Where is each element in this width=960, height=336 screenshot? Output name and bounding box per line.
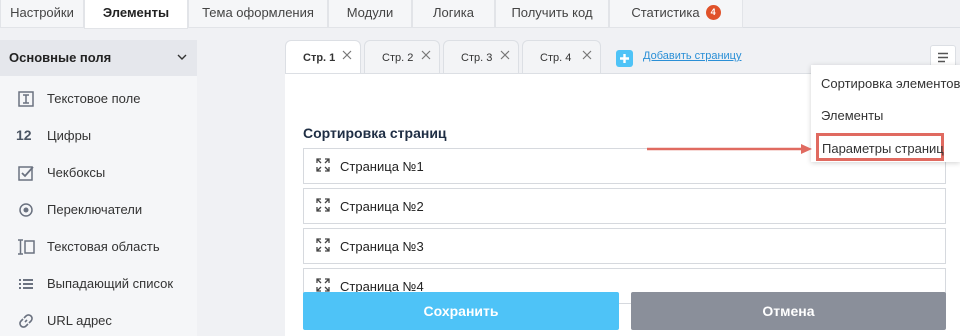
menu-item-label: Сортировка элементов <box>821 76 960 91</box>
sidebar-item-label: Цифры <box>47 128 92 143</box>
page-tab-1[interactable]: Стр. 1 <box>285 40 361 74</box>
top-tab-bar: Настройки Элементы Тема оформления Модул… <box>0 0 960 29</box>
textarea-icon <box>18 239 35 255</box>
menu-item-label: Параметры страниц <box>822 141 944 156</box>
tab-modules[interactable]: Модули <box>328 0 412 28</box>
tab-modules-label: Модули <box>346 5 394 20</box>
tab-settings[interactable]: Настройки <box>0 0 84 28</box>
chevron-down-icon <box>177 54 187 60</box>
close-icon[interactable] <box>342 50 352 60</box>
tab-get-code-label: Получить код <box>511 5 593 20</box>
page-row-label: Страница №1 <box>340 159 424 174</box>
annotation-arrow <box>647 144 812 154</box>
statistics-badge: 4 <box>705 5 721 20</box>
page-tab-label: Стр. 4 <box>540 52 572 64</box>
sidebar-item-label: Переключатели <box>47 202 143 217</box>
tab-elements-label: Элементы <box>102 5 170 20</box>
sidebar-item-label: Выпадающий список <box>47 276 174 291</box>
sidebar-item-url[interactable]: URL адрес <box>0 303 197 336</box>
radio-icon <box>19 203 33 217</box>
sidebar-item-checkboxes[interactable]: Чекбоксы <box>0 155 197 191</box>
tab-statistics-label: Статистика <box>631 5 700 20</box>
tab-logic-label: Логика <box>433 5 474 20</box>
menu-item-sort-elements[interactable]: Сортировка элементов <box>811 69 960 97</box>
close-icon[interactable] <box>421 50 431 60</box>
dropdown-list-icon <box>19 279 33 289</box>
expand-drag-icon[interactable] <box>316 198 330 212</box>
section-title: Сортировка страниц <box>303 125 447 141</box>
expand-drag-icon[interactable] <box>316 278 330 292</box>
text-field-icon <box>18 91 34 107</box>
menu-item-page-params[interactable]: Параметры страниц <box>816 133 944 161</box>
sidebar-item-radios[interactable]: Переключатели <box>0 192 197 228</box>
sidebar-item-textarea[interactable]: Текстовая область <box>0 229 197 265</box>
elements-sidebar: Основные поля Текстовое поле 12 Цифры Че… <box>0 40 197 336</box>
sidebar-item-label: Чекбоксы <box>47 165 106 180</box>
cancel-button[interactable]: Отмена <box>631 292 946 330</box>
page-tab-4[interactable]: Стр. 4 <box>522 40 601 73</box>
sidebar-item-label: Текстовая область <box>47 239 160 254</box>
numbers-icon: 12 <box>16 127 32 143</box>
plus-icon[interactable] <box>616 50 633 67</box>
menu-icon <box>938 52 948 63</box>
sidebar-item-text-field[interactable]: Текстовое поле <box>0 81 197 117</box>
page-tab-label: Стр. 1 <box>303 52 336 64</box>
tab-theme-label: Тема оформления <box>202 5 314 20</box>
save-button[interactable]: Сохранить <box>303 292 619 330</box>
add-page-link[interactable]: Добавить страницу <box>643 50 741 62</box>
page-menu-dropdown: Сортировка элементов Элементы Параметры … <box>811 65 960 162</box>
sidebar-section-title: Основные поля <box>9 50 112 65</box>
sidebar-item-label: URL адрес <box>47 313 112 328</box>
checkbox-icon <box>18 166 34 181</box>
sidebar-section-header[interactable]: Основные поля <box>0 40 197 76</box>
sidebar-item-label: Текстовое поле <box>47 91 141 106</box>
link-icon <box>19 314 33 328</box>
tab-get-code[interactable]: Получить код <box>495 0 609 28</box>
expand-drag-icon[interactable] <box>316 158 330 172</box>
menu-item-elements[interactable]: Элементы <box>811 101 960 129</box>
page-row[interactable]: Страница №3 <box>303 228 946 264</box>
page-tab-3[interactable]: Стр. 3 <box>443 40 519 73</box>
tab-statistics[interactable]: Статистика 4 <box>609 0 743 28</box>
page-row-label: Страница №3 <box>340 239 424 254</box>
sidebar-item-numbers[interactable]: 12 Цифры <box>0 118 197 154</box>
page-tab-label: Стр. 2 <box>382 52 414 64</box>
page-row[interactable]: Страница №2 <box>303 188 946 224</box>
menu-item-label: Элементы <box>821 108 884 123</box>
sidebar-item-dropdown-list[interactable]: Выпадающий список <box>0 266 197 302</box>
tab-theme[interactable]: Тема оформления <box>188 0 328 28</box>
page-tab-label: Стр. 3 <box>461 52 493 64</box>
tab-settings-label: Настройки <box>10 5 74 20</box>
close-icon[interactable] <box>582 50 592 60</box>
tab-logic[interactable]: Логика <box>412 0 495 28</box>
page-tab-2[interactable]: Стр. 2 <box>364 40 440 73</box>
tab-elements[interactable]: Элементы <box>84 0 188 29</box>
close-icon[interactable] <box>500 50 510 60</box>
page-row-label: Страница №2 <box>340 199 424 214</box>
expand-drag-icon[interactable] <box>316 238 330 252</box>
